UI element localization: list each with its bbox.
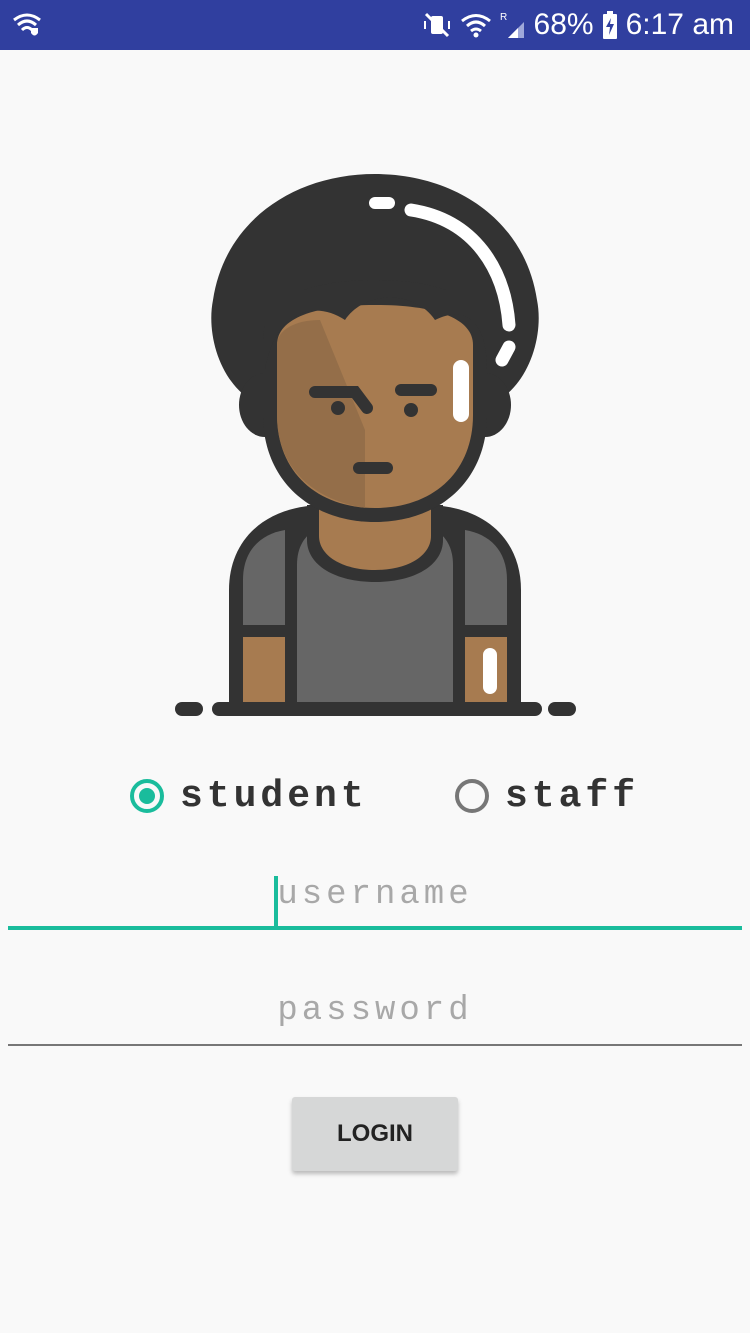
signal-icon: R <box>500 10 526 40</box>
radio-unchecked-icon[interactable] <box>455 779 489 813</box>
radio-student-label: student <box>180 774 368 818</box>
radio-checked-icon[interactable] <box>130 779 164 813</box>
radio-student[interactable]: student <box>130 768 368 824</box>
password-input[interactable] <box>8 976 742 1046</box>
battery-percentage: 68% <box>533 8 594 41</box>
wifi-shield-icon <box>12 10 42 44</box>
clock: 6:17 am <box>625 8 734 41</box>
wifi-icon <box>460 10 492 40</box>
battery-icon <box>602 11 618 39</box>
text-cursor <box>274 876 278 930</box>
username-underline <box>8 926 742 930</box>
vibrate-mute-icon <box>422 10 452 40</box>
password-field <box>8 976 742 1046</box>
username-field <box>8 860 742 930</box>
svg-text:R: R <box>500 12 507 23</box>
password-underline <box>8 1044 742 1046</box>
radio-staff[interactable]: staff <box>455 768 639 824</box>
login-button[interactable]: LOGIN <box>292 1097 458 1171</box>
user-avatar-illustration <box>165 170 585 730</box>
role-radio-group: student staff <box>0 768 750 824</box>
username-input[interactable] <box>8 860 742 930</box>
radio-staff-label: staff <box>505 774 640 818</box>
status-bar: R 68% 6:17 am <box>0 0 750 50</box>
